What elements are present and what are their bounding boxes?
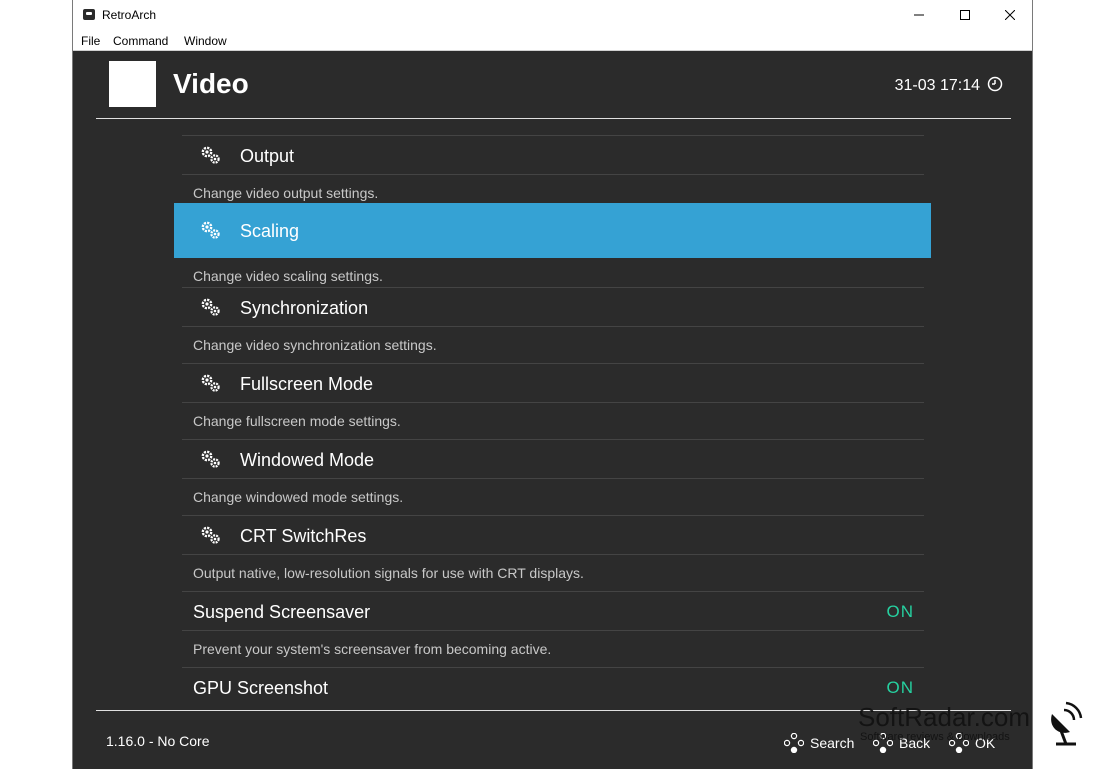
item-description: Change fullscreen mode settings.	[182, 402, 924, 439]
maximize-button[interactable]	[942, 0, 988, 30]
retroarch-app-icon	[83, 9, 95, 20]
minimize-button[interactable]	[896, 0, 942, 30]
maximize-icon	[960, 10, 970, 20]
gear-icon	[201, 221, 220, 239]
menu-item-crt-switchres[interactable]: CRT SwitchRes	[182, 515, 924, 554]
satellite-dish-icon	[1051, 701, 1083, 746]
clock-text: 31-03 17:14	[894, 77, 980, 94]
menu-item-scaling[interactable]: Scaling	[174, 203, 931, 258]
item-description: Output native, low-resolution signals fo…	[182, 554, 924, 591]
item-description: Prevent your system's screensaver from b…	[182, 630, 924, 667]
menu-file[interactable]: File	[81, 34, 100, 48]
menu-item-output[interactable]: Output	[182, 135, 924, 174]
menu-command[interactable]: Command	[113, 34, 168, 48]
description-text: Prevent your system's screensaver from b…	[193, 641, 552, 657]
item-label: Windowed Mode	[240, 450, 375, 470]
item-label: Suspend Screensaver	[193, 602, 371, 622]
description-text: Change video output settings.	[193, 185, 379, 201]
window-title: RetroArch	[102, 8, 157, 22]
description-text: Change fullscreen mode settings.	[193, 413, 401, 429]
search-label: Search	[810, 735, 855, 751]
toggle-value[interactable]: ON	[887, 678, 915, 698]
description-text: Output native, low-resolution signals fo…	[193, 565, 584, 581]
close-icon	[1005, 10, 1015, 20]
title-bar: RetroArch	[73, 0, 1032, 30]
retroarch-window: RetroArch File Command Window Video 31-0…	[72, 0, 1033, 769]
menu-content: Video 31-03 17:14 Output Change video ou…	[73, 51, 1032, 769]
toggle-value[interactable]: ON	[887, 602, 915, 622]
header-divider	[96, 118, 1011, 119]
item-label: Output	[240, 146, 295, 166]
item-description: Change windowed mode settings.	[182, 478, 924, 515]
version-text: 1.16.0 - No Core	[106, 733, 210, 749]
description-text: Change video synchronization settings.	[193, 337, 437, 353]
description-text: Change video scaling settings.	[193, 268, 383, 284]
watermark-text: SoftRadar.com	[858, 702, 1030, 732]
item-label: GPU Screenshot	[193, 678, 329, 698]
minimize-icon	[914, 14, 924, 16]
menu-item-windowed-mode[interactable]: Windowed Mode	[182, 439, 924, 478]
watermark-subtext: Software reviews & downloads	[860, 731, 1010, 743]
menu-item-fullscreen-mode[interactable]: Fullscreen Mode	[182, 363, 924, 402]
page-title: Video	[173, 68, 249, 99]
item-label: Scaling	[240, 221, 300, 241]
gear-icon	[201, 526, 220, 544]
menu-window[interactable]: Window	[184, 34, 227, 48]
item-label: Synchronization	[240, 298, 369, 318]
item-label: Fullscreen Mode	[240, 374, 374, 394]
gamepad-dpad-icon	[784, 733, 804, 753]
menu-bar: File Command Window	[73, 30, 1032, 51]
header-logo	[109, 61, 156, 107]
item-description: Change video synchronization settings.	[182, 326, 924, 363]
gear-icon	[201, 146, 220, 164]
menu-item-gpu-screenshot[interactable]: GPU Screenshot ON	[182, 667, 924, 706]
item-label: CRT SwitchRes	[240, 526, 367, 546]
gear-icon	[201, 450, 220, 468]
gear-icon	[201, 374, 220, 392]
menu-item-synchronization[interactable]: Synchronization	[182, 287, 924, 326]
softradar-watermark: SoftRadar.com Software reviews & downloa…	[858, 700, 1088, 750]
close-button[interactable]	[987, 0, 1033, 30]
gear-icon	[201, 298, 220, 316]
search-button[interactable]: Search	[784, 733, 854, 753]
menu-item-suspend-screensaver[interactable]: Suspend Screensaver ON	[182, 591, 924, 630]
description-text: Change windowed mode settings.	[193, 489, 404, 505]
clock-icon	[987, 76, 1003, 92]
